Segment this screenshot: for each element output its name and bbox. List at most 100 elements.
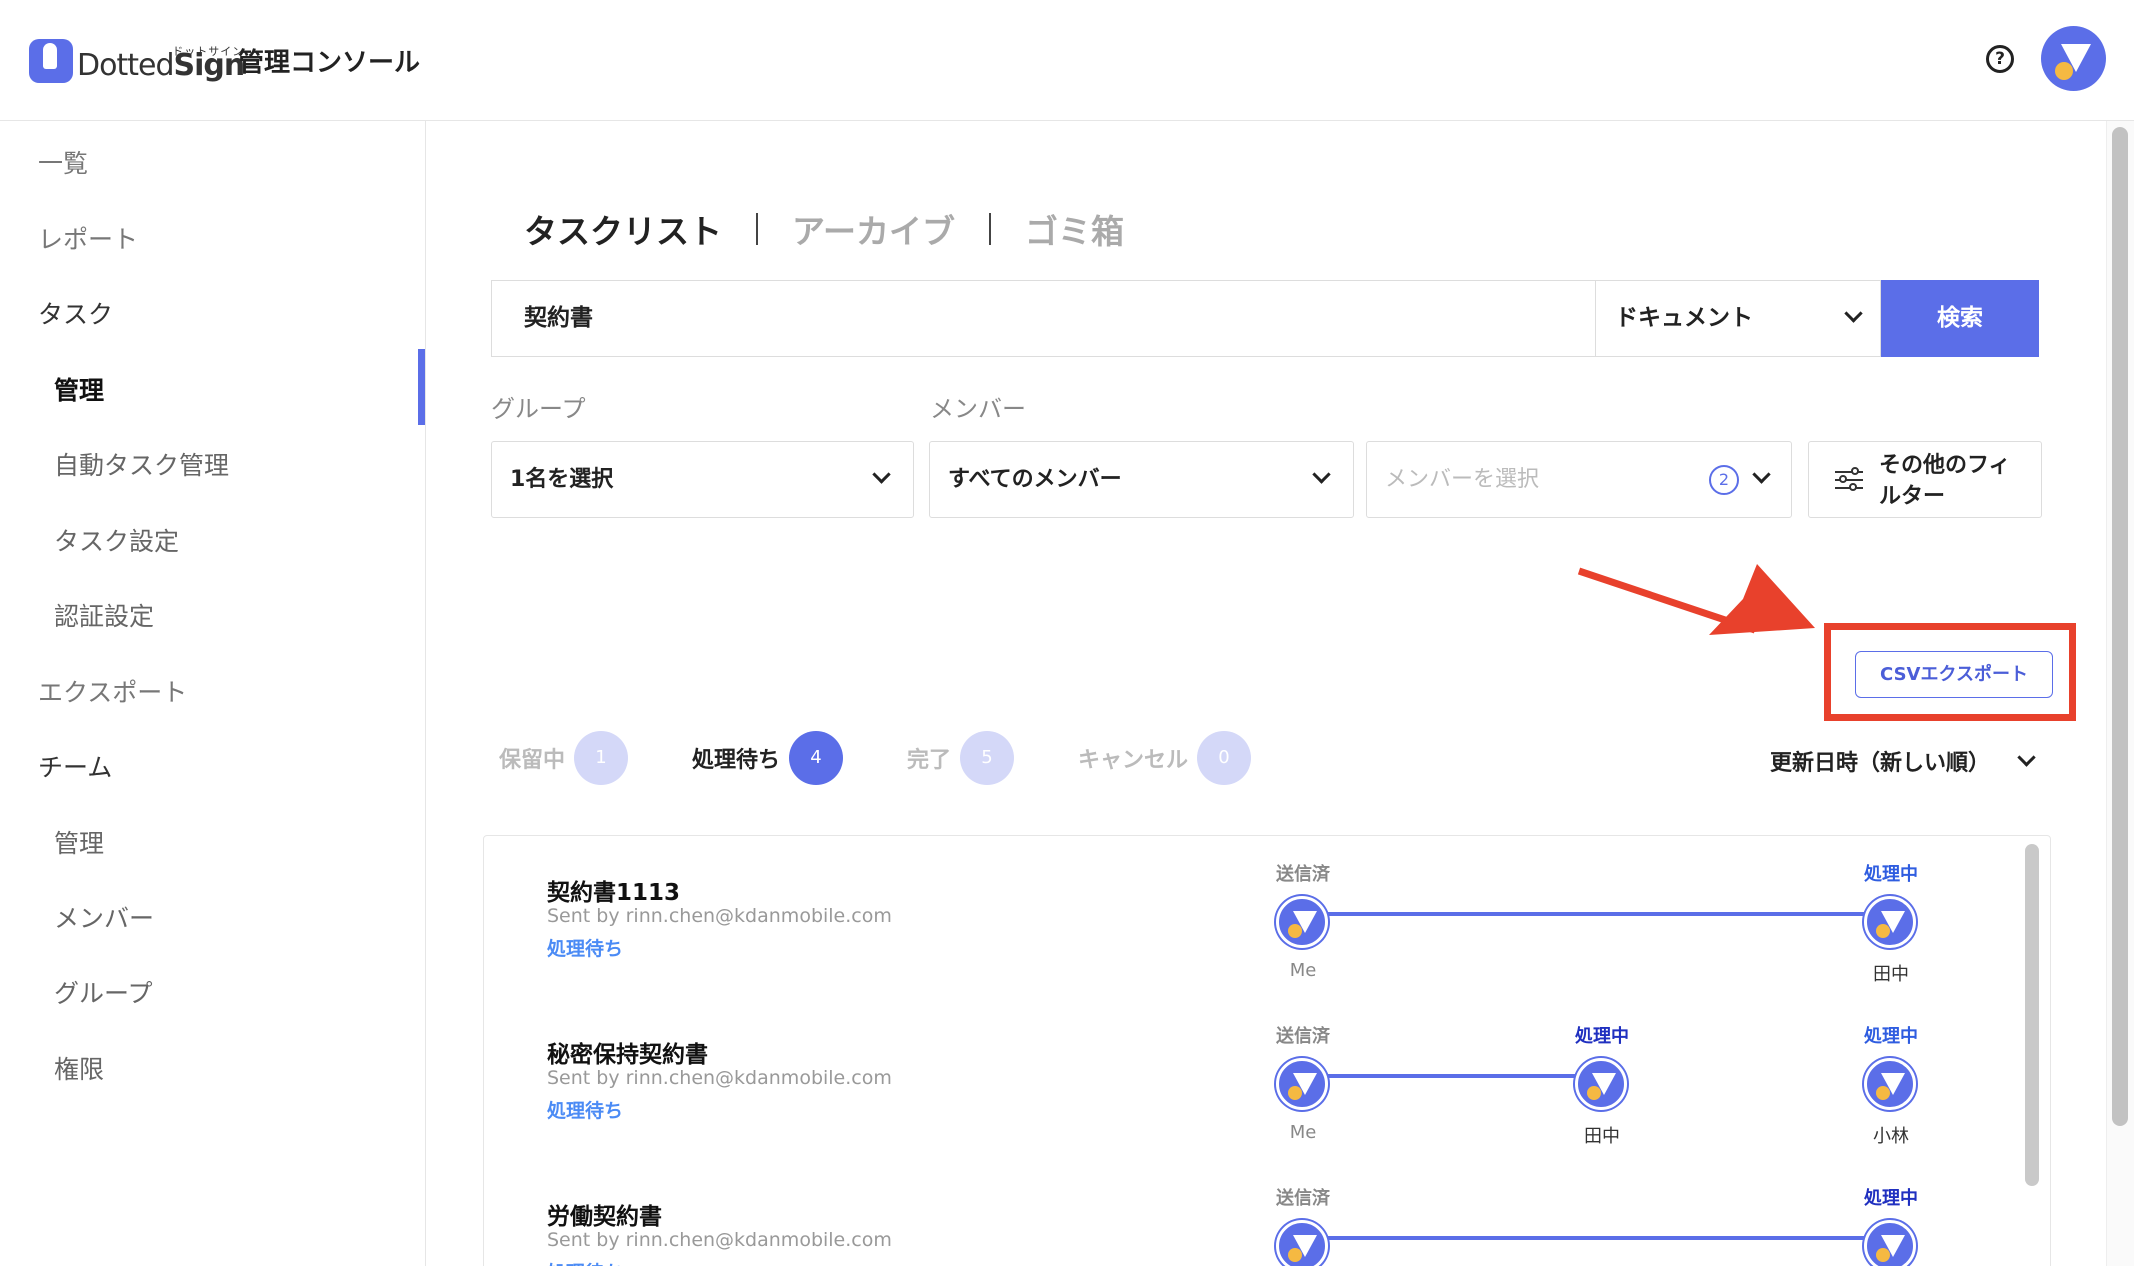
sidebar-item-task[interactable]: タスク	[38, 295, 113, 331]
task-row[interactable]: 秘密保持契約書 Sent by rinn.chen@kdanmobile.com…	[484, 998, 2024, 1160]
search-type-select[interactable]: ドキュメント	[1595, 280, 1881, 357]
sidebar-item-team[interactable]: チーム	[38, 748, 112, 784]
step-signer: 田中	[1873, 964, 1909, 985]
active-nav-indicator	[418, 349, 425, 425]
console-title: 管理コンソール	[238, 48, 421, 78]
group-select-value: 1名を選択	[510, 467, 614, 492]
status-tab-label: 保留中	[499, 748, 566, 773]
step-status: 送信済	[1276, 864, 1330, 885]
signer-step	[1276, 896, 1332, 952]
logo-kana: ドットサイン	[172, 45, 245, 58]
task-row[interactable]: 労働契約書 Sent by rinn.chen@kdanmobile.com 処…	[484, 1160, 2024, 1266]
page-scrollbar[interactable]	[2112, 127, 2128, 1126]
task-name[interactable]: 契約書1113	[547, 873, 680, 907]
sidebar-item-auth-settings[interactable]: 認証設定	[54, 597, 154, 633]
logo-text-light: Dotted	[77, 48, 174, 83]
member-pick-select[interactable]: メンバーを選択 2	[1366, 441, 1792, 518]
task-sender: Sent by rinn.chen@kdanmobile.com	[547, 1229, 892, 1251]
step-signer: 小林	[1873, 1126, 1909, 1147]
tab-task-list[interactable]: タスクリスト	[524, 205, 722, 253]
sidebar-item-groups[interactable]: グループ	[54, 974, 153, 1010]
chevron-down-icon	[872, 465, 891, 484]
status-tab-pending[interactable]: 処理待ち 4	[692, 731, 844, 785]
sidebar-item-overview[interactable]: 一覧	[38, 144, 88, 180]
sort-value: 更新日時（新しい順）	[1770, 751, 1991, 776]
task-status: 処理待ち	[547, 1258, 623, 1266]
step-signer: 田中	[1584, 1126, 1620, 1147]
task-name[interactable]: 秘密保持契約書	[547, 1035, 708, 1069]
sidebar-item-permissions[interactable]: 権限	[54, 1050, 104, 1086]
step-status: 処理中	[1864, 1026, 1918, 1047]
group-label: グループ	[491, 395, 586, 423]
status-tab-label: 完了	[907, 748, 952, 773]
task-row[interactable]: 契約書1113 Sent by rinn.chen@kdanmobile.com…	[484, 836, 2024, 998]
status-count-badge: 4	[789, 731, 844, 785]
status-tab-completed[interactable]: 完了 5	[907, 731, 1015, 785]
signer-step	[1864, 1058, 1920, 1114]
status-tab-cancelled[interactable]: キャンセル 0	[1078, 731, 1252, 785]
member-scope-select[interactable]: すべてのメンバー	[929, 441, 1354, 518]
chevron-down-icon	[1844, 304, 1863, 323]
signer-step	[1864, 1220, 1920, 1266]
sidebar-item-members[interactable]: メンバー	[54, 899, 154, 935]
list-tabs: タスクリスト アーカイブ ゴミ箱	[524, 205, 1124, 253]
status-tab-label: 処理待ち	[692, 748, 781, 773]
top-header: ドットサイン DottedSign 管理コンソール ?	[0, 0, 2134, 121]
progress-line	[1312, 912, 1890, 916]
step-signer: Me	[1289, 960, 1317, 981]
status-count-badge: 0	[1197, 731, 1252, 785]
annotation-arrow	[1577, 564, 1815, 635]
step-status: 送信済	[1276, 1026, 1330, 1047]
signer-step	[1276, 1220, 1332, 1266]
group-select[interactable]: 1名を選択	[491, 441, 914, 518]
tab-trash[interactable]: ゴミ箱	[1025, 205, 1124, 253]
search-button[interactable]: 検索	[1881, 280, 2039, 357]
main-content: タスクリスト アーカイブ ゴミ箱 契約書 ドキュメント 検索 グループ メンバー…	[427, 121, 2107, 1266]
step-status: 処理中	[1864, 864, 1918, 885]
sidebar-item-auto-task[interactable]: 自動タスク管理	[54, 446, 229, 482]
csv-export-button[interactable]: CSVエクスポート	[1855, 651, 2053, 698]
status-count-badge: 5	[960, 731, 1015, 785]
sidebar: 一覧 レポート タスク 管理 自動タスク管理 タスク設定 認証設定 エクスポート…	[0, 121, 426, 1266]
logo-mark-icon	[29, 39, 73, 83]
chevron-down-icon	[2017, 748, 2036, 767]
step-status: 送信済	[1276, 1188, 1330, 1209]
sort-select[interactable]: 更新日時（新しい順）	[1770, 745, 2036, 777]
tab-archive[interactable]: アーカイブ	[792, 205, 955, 253]
step-status: 処理中	[1575, 1026, 1629, 1047]
progress-line	[1312, 1074, 1602, 1078]
avatar[interactable]	[2041, 26, 2106, 91]
member-pick-placeholder: メンバーを選択	[1385, 467, 1540, 492]
task-sender: Sent by rinn.chen@kdanmobile.com	[547, 905, 892, 927]
task-status: 処理待ち	[547, 1100, 624, 1122]
help-icon[interactable]: ?	[1986, 45, 2014, 73]
progress-line	[1312, 1236, 1890, 1240]
list-scrollbar[interactable]	[2025, 844, 2039, 1186]
sidebar-item-task-settings[interactable]: タスク設定	[54, 522, 179, 558]
sidebar-item-task-manage[interactable]: 管理	[54, 371, 104, 407]
member-scope-value: すべてのメンバー	[948, 467, 1122, 492]
status-tab-on-hold[interactable]: 保留中 1	[499, 731, 629, 785]
step-signer: Me	[1289, 1122, 1317, 1143]
task-list: 契約書1113 Sent by rinn.chen@kdanmobile.com…	[483, 835, 2051, 1266]
signer-step	[1864, 896, 1920, 952]
other-filters-button[interactable]: その他のフィルター	[1808, 441, 2042, 518]
sidebar-item-team-manage[interactable]: 管理	[54, 824, 104, 860]
signer-step	[1276, 1058, 1332, 1114]
other-filters-label: その他のフィルター	[1879, 453, 2011, 509]
selected-count-badge: 2	[1709, 465, 1739, 495]
status-tab-label: キャンセル	[1078, 748, 1189, 773]
task-sender: Sent by rinn.chen@kdanmobile.com	[547, 1067, 892, 1089]
chevron-down-icon	[1752, 465, 1771, 484]
tab-divider	[756, 213, 758, 245]
tab-divider	[989, 213, 992, 245]
task-status: 処理待ち	[547, 938, 624, 960]
search-type-value: ドキュメント	[1615, 305, 1753, 331]
dottedsign-logo[interactable]: ドットサイン DottedSign	[29, 33, 245, 83]
sidebar-item-export[interactable]: エクスポート	[38, 673, 187, 709]
task-name[interactable]: 労働契約書	[547, 1197, 662, 1231]
sliders-icon	[1835, 467, 1863, 492]
member-label: メンバー	[930, 395, 1026, 423]
sidebar-item-report[interactable]: レポート	[38, 220, 138, 256]
search-input[interactable]: 契約書	[491, 280, 1596, 357]
